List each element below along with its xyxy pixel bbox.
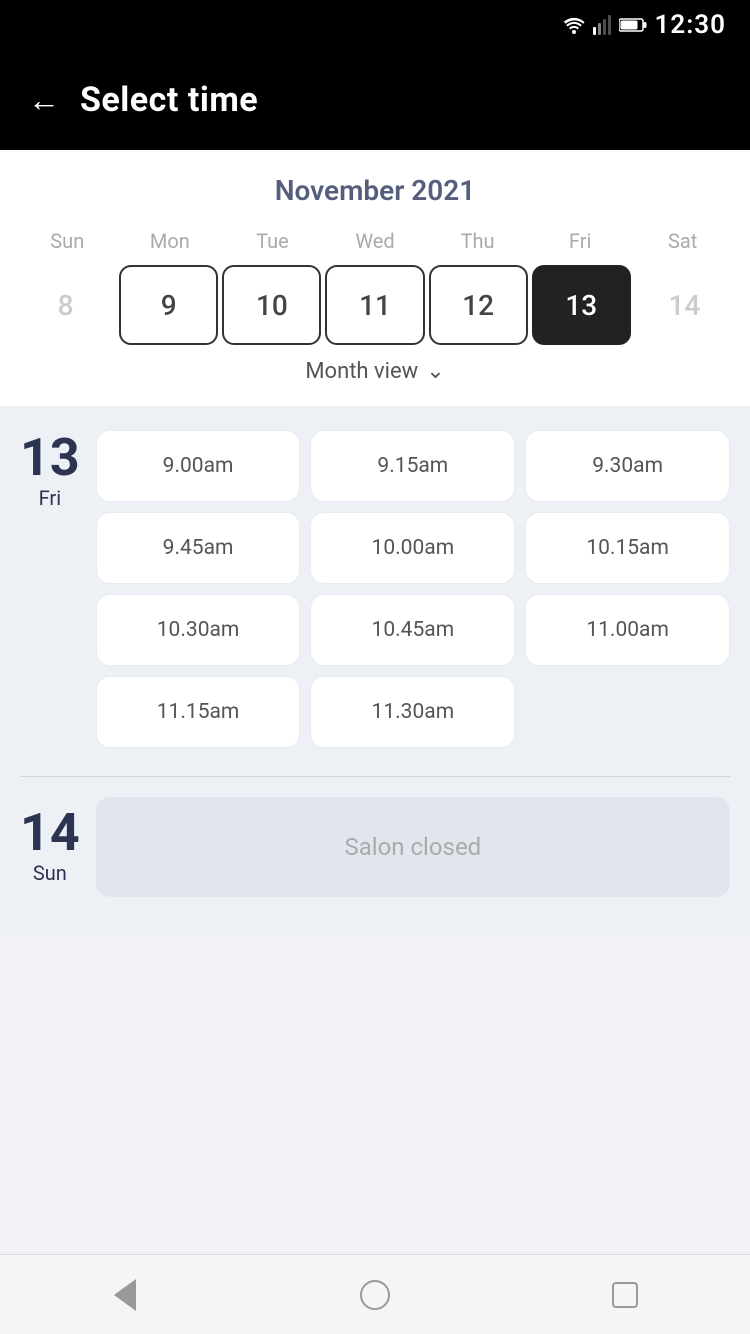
day-name-14: Sun xyxy=(33,861,67,885)
day-cell-14[interactable]: 14 xyxy=(635,265,734,345)
time-slot-1000am[interactable]: 10.00am xyxy=(310,512,515,584)
day-number-13: 13 xyxy=(20,432,80,484)
day-label-13: 13 Fri xyxy=(20,422,80,756)
day-number-14: 14 xyxy=(20,807,80,859)
week-row: 8 9 10 11 12 13 14 xyxy=(16,265,734,345)
recent-nav-icon xyxy=(612,1282,638,1308)
battery-icon xyxy=(619,17,647,33)
day-header-sun: Sun xyxy=(16,225,119,257)
page-title: Select time xyxy=(80,80,258,120)
time-slot-930am[interactable]: 9.30am xyxy=(525,430,730,502)
time-slot-900am[interactable]: 9.00am xyxy=(96,430,301,502)
day-cell-12[interactable]: 12 xyxy=(429,265,528,345)
month-year-label: November 2021 xyxy=(16,174,734,207)
chevron-down-icon: ⌄ xyxy=(426,359,444,384)
day-header-wed: Wed xyxy=(324,225,427,257)
calendar-section: November 2021 Sun Mon Tue Wed Thu Fri Sa… xyxy=(0,150,750,406)
header: ← Select time xyxy=(0,50,750,150)
timeslots-section: 13 Fri 9.00am 9.15am 9.30am 9.45am 10.00… xyxy=(0,406,750,937)
day-name-13: Fri xyxy=(39,486,61,510)
day-label-14: 14 Sun xyxy=(20,797,80,897)
nav-home-button[interactable] xyxy=(345,1265,405,1325)
month-view-toggle[interactable]: Month view ⌄ xyxy=(16,345,734,390)
time-slot-1100am[interactable]: 11.00am xyxy=(525,594,730,666)
day-headers: Sun Mon Tue Wed Thu Fri Sat xyxy=(16,225,734,257)
day-divider xyxy=(20,776,730,777)
day-header-mon: Mon xyxy=(119,225,222,257)
signal-icon xyxy=(593,15,611,35)
day-header-thu: Thu xyxy=(426,225,529,257)
day-cell-8[interactable]: 8 xyxy=(16,265,115,345)
day-cell-11[interactable]: 11 xyxy=(325,265,424,345)
status-bar: 12:30 xyxy=(0,0,750,50)
back-button[interactable]: ← xyxy=(28,84,60,116)
wifi-icon xyxy=(563,16,585,34)
back-nav-icon xyxy=(114,1279,136,1311)
salon-closed-label: Salon closed xyxy=(96,797,730,897)
day-block-13: 13 Fri 9.00am 9.15am 9.30am 9.45am 10.00… xyxy=(20,422,730,756)
day-header-sat: Sat xyxy=(631,225,734,257)
day-header-fri: Fri xyxy=(529,225,632,257)
time-slot-915am[interactable]: 9.15am xyxy=(310,430,515,502)
status-time: 12:30 xyxy=(655,10,727,40)
month-view-label: Month view xyxy=(305,359,418,384)
slots-grid-13: 9.00am 9.15am 9.30am 9.45am 10.00am 10.1… xyxy=(96,422,730,756)
bottom-nav xyxy=(0,1254,750,1334)
day-cell-13[interactable]: 13 xyxy=(532,265,631,345)
nav-back-button[interactable] xyxy=(95,1265,155,1325)
time-slot-945am[interactable]: 9.45am xyxy=(96,512,301,584)
time-slot-1115am[interactable]: 11.15am xyxy=(96,676,301,748)
day-cell-10[interactable]: 10 xyxy=(222,265,321,345)
time-slot-1045am[interactable]: 10.45am xyxy=(310,594,515,666)
nav-recent-button[interactable] xyxy=(595,1265,655,1325)
day-block-14: 14 Sun Salon closed xyxy=(20,797,730,897)
day-cell-9[interactable]: 9 xyxy=(119,265,218,345)
status-icons: 12:30 xyxy=(563,10,727,40)
home-nav-icon xyxy=(360,1280,390,1310)
day-header-tue: Tue xyxy=(221,225,324,257)
time-slot-1130am[interactable]: 11.30am xyxy=(310,676,515,748)
time-slot-1030am[interactable]: 10.30am xyxy=(96,594,301,666)
time-slot-1015am[interactable]: 10.15am xyxy=(525,512,730,584)
